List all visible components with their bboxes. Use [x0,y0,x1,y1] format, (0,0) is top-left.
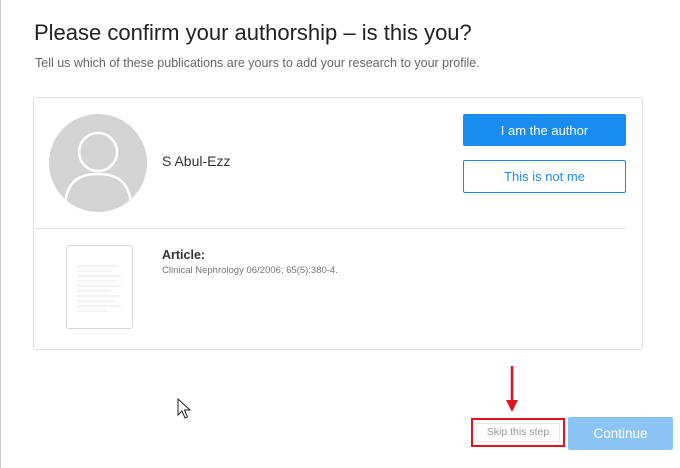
dialog-subtitle: Tell us which of these publications are … [35,56,480,70]
article-type-label: Article: [162,248,206,262]
person-silhouette-icon [63,131,133,205]
this-is-not-me-button[interactable]: This is not me [463,160,626,193]
authorship-dialog: Please confirm your authorship – is this… [0,0,680,468]
dialog-title: Please confirm your authorship – is this… [34,20,472,45]
i-am-the-author-button[interactable]: I am the author [463,114,626,146]
document-thumbnail-icon [66,245,133,329]
avatar [49,114,147,212]
author-name: S Abul-Ezz [162,153,231,169]
article-citation[interactable]: Clinical Nephrology 06/2006; 65(5):380-4… [162,265,338,276]
mouse-pointer-icon [177,398,191,419]
author-card: S Abul-Ezz I am the author This is not m… [33,97,643,350]
skip-this-step-button[interactable]: Skip this step [476,423,560,442]
continue-button[interactable]: Continue [568,417,673,450]
red-down-arrow-icon [506,366,518,412]
card-divider [34,228,626,229]
skip-highlight-box: Skip this step [471,418,565,447]
